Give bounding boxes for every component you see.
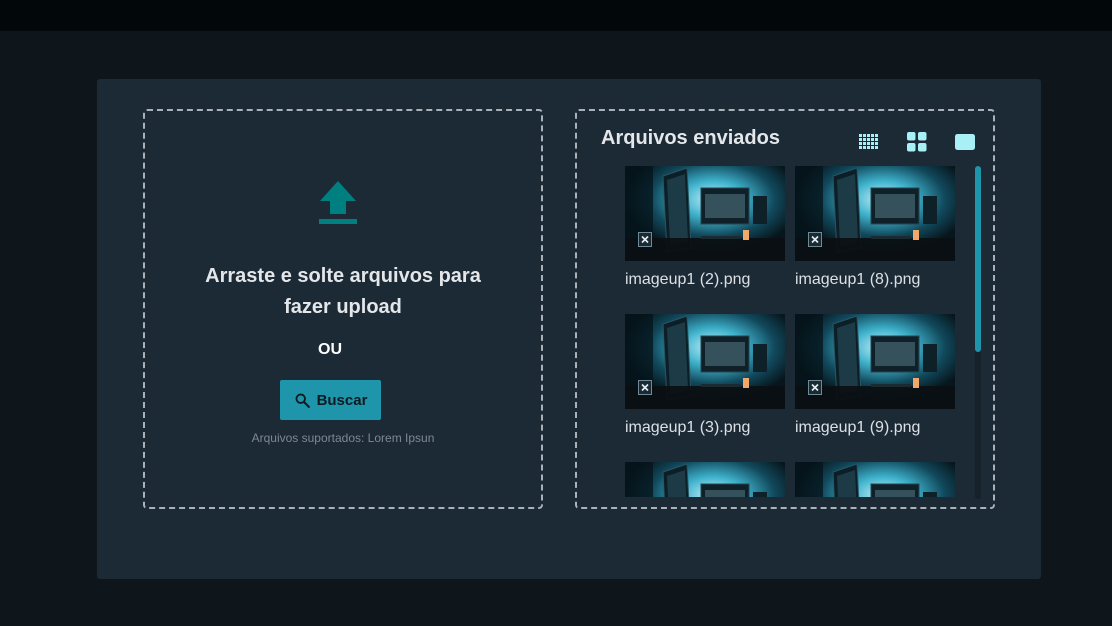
- supported-files-hint: Arquivos suportados: Lorem Ipsun: [251, 431, 435, 445]
- file-tile[interactable]: imageup1 (3).png: [625, 314, 785, 437]
- or-separator: OU: [318, 341, 342, 358]
- thumbnail-scene: [625, 462, 785, 497]
- browse-button[interactable]: Buscar: [280, 380, 381, 420]
- dropzone-title: Arraste e solte arquivos para fazer uplo…: [205, 265, 481, 318]
- delete-file-icon[interactable]: [808, 380, 822, 395]
- uploaded-files-panel: Arquivos enviados imageup1 (2).png image…: [575, 109, 995, 509]
- medium-grid-icon: [907, 132, 927, 152]
- file-name: imageup1 (8).png: [795, 271, 921, 288]
- file-thumbnail[interactable]: [795, 166, 955, 261]
- file-thumbnail[interactable]: [625, 462, 785, 497]
- uploaded-files-title: Arquivos enviados: [601, 127, 780, 149]
- file-tile[interactable]: imageup1 (2).png: [625, 166, 785, 289]
- scrollbar-track[interactable]: [975, 166, 981, 499]
- file-thumbnail[interactable]: [625, 166, 785, 261]
- file-tile[interactable]: imageup1 (9).png: [795, 314, 955, 437]
- upload-panel: Arraste e solte arquivos para fazer uplo…: [97, 79, 1041, 579]
- scrollbar-thumb[interactable]: [975, 166, 981, 352]
- small-grid-icon: [859, 134, 878, 149]
- file-name: imageup1 (2).png: [625, 271, 751, 288]
- file-tile[interactable]: [795, 462, 955, 497]
- file-tile[interactable]: [625, 462, 785, 497]
- delete-file-icon[interactable]: [638, 232, 652, 247]
- small-grid-view-button[interactable]: [858, 131, 880, 153]
- file-tile[interactable]: imageup1 (8).png: [795, 166, 955, 289]
- file-name: imageup1 (3).png: [625, 419, 751, 436]
- top-bar: [0, 0, 1112, 31]
- delete-file-icon[interactable]: [808, 232, 822, 247]
- file-thumbnail[interactable]: [625, 314, 785, 409]
- delete-file-icon[interactable]: [638, 380, 652, 395]
- large-view-icon: [955, 134, 975, 150]
- file-grid: imageup1 (2).png imageup1 (8).png imageu…: [625, 166, 965, 497]
- file-thumbnail[interactable]: [795, 462, 955, 497]
- dropzone[interactable]: Arraste e solte arquivos para fazer uplo…: [143, 109, 543, 509]
- large-view-button[interactable]: [954, 131, 976, 153]
- thumbnail-scene: [795, 462, 955, 497]
- browse-button-label: Buscar: [316, 391, 368, 409]
- file-thumbnail[interactable]: [795, 314, 955, 409]
- search-icon: [295, 393, 310, 408]
- medium-grid-view-button[interactable]: [906, 131, 928, 153]
- upload-icon: [319, 181, 357, 224]
- file-name: imageup1 (9).png: [795, 419, 921, 436]
